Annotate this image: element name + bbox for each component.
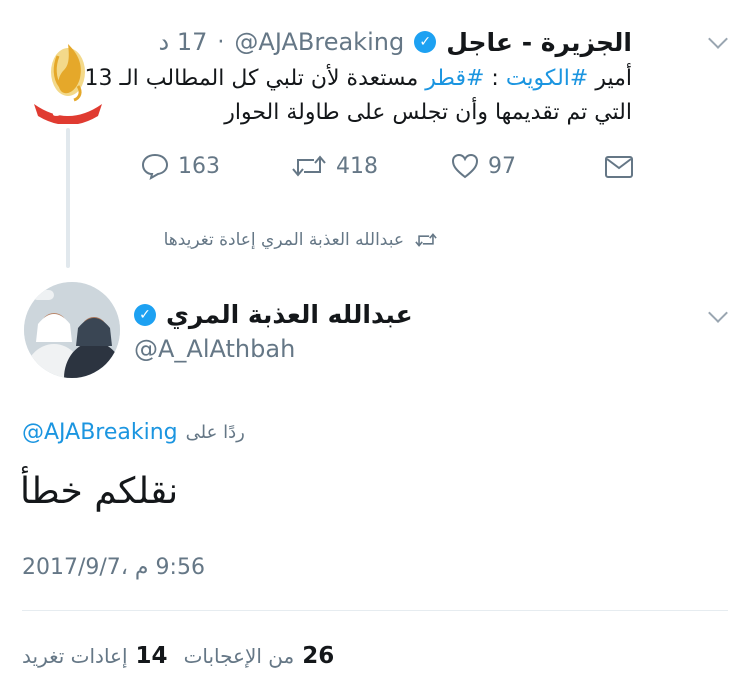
quoted-tweet-text: أمير #الكويت : #قطر مستعدة لأن تلبي كل ا… bbox=[52, 62, 632, 130]
quoted-text-line-1: أمير #الكويت : #قطر مستعدة لأن تلبي كل ا… bbox=[84, 66, 632, 91]
retweets-count[interactable]: 14 bbox=[136, 643, 168, 669]
thread-connector bbox=[66, 128, 70, 268]
avatar-photo-icon bbox=[24, 282, 120, 378]
likes-label[interactable]: من الإعجابات bbox=[184, 644, 295, 668]
replying-to: ردًا على @AJABreaking bbox=[22, 420, 245, 445]
retweet-icon bbox=[415, 233, 437, 247]
message-action[interactable] bbox=[604, 154, 634, 184]
avatar[interactable] bbox=[24, 282, 120, 378]
author-name[interactable]: الجزيرة - عاجل bbox=[446, 28, 632, 57]
heart-icon bbox=[451, 153, 479, 179]
tweet-time[interactable]: 17 د bbox=[159, 28, 208, 56]
tweet-text: نقلكم خطأ bbox=[20, 471, 179, 512]
retweets-label[interactable]: إعادات تغريد bbox=[22, 644, 128, 668]
chevron-down-icon[interactable] bbox=[708, 303, 728, 323]
replying-to-label: ردًا على bbox=[185, 422, 245, 443]
tweet-timestamp[interactable]: 9:56 م ،2017/9/7 bbox=[22, 555, 205, 580]
like-count: 97 bbox=[488, 153, 516, 179]
author-handle[interactable]: @AJABreaking bbox=[234, 28, 404, 56]
quoted-tweet-header: الجزيرة - عاجل ✓ @AJABreaking · 17 د bbox=[159, 27, 632, 57]
replying-to-handle[interactable]: @AJABreaking bbox=[22, 420, 178, 445]
likes-count[interactable]: 26 bbox=[302, 643, 334, 669]
hashtag-kuwait[interactable]: #الكويت bbox=[506, 66, 589, 91]
divider bbox=[22, 610, 728, 611]
reply-icon bbox=[141, 153, 169, 180]
author-name-row: عبدالله العذبة المري ✓ bbox=[134, 300, 413, 329]
retweet-notice-text[interactable]: عبدالله العذبة المري إعادة تغريدها bbox=[164, 230, 404, 250]
chevron-down-icon[interactable] bbox=[708, 29, 728, 49]
hashtag-qatar[interactable]: #قطر bbox=[425, 66, 484, 91]
author-handle[interactable]: @A_AlAthbah bbox=[134, 335, 295, 363]
reply-action[interactable]: 163 bbox=[140, 152, 220, 180]
retweet-icon bbox=[292, 155, 326, 177]
verified-badge-icon: ✓ bbox=[414, 31, 437, 53]
quoted-text-line-2: التي تم تقديمها وأن تجلس على طاولة الحوا… bbox=[224, 100, 632, 125]
reply-count: 163 bbox=[178, 153, 220, 179]
message-icon bbox=[605, 156, 633, 178]
tweet-stats: 26 من الإعجابات 14 إعادات تغريد bbox=[22, 643, 334, 669]
retweet-count: 418 bbox=[336, 153, 378, 179]
separator: · bbox=[217, 29, 225, 55]
verified-badge-icon: ✓ bbox=[134, 303, 156, 326]
retweet-action[interactable]: 418 bbox=[290, 152, 378, 180]
like-action[interactable]: 97 bbox=[450, 152, 516, 180]
retweet-notice: عبدالله العذبة المري إعادة تغريدها bbox=[164, 230, 438, 250]
author-name[interactable]: عبدالله العذبة المري bbox=[166, 300, 413, 329]
